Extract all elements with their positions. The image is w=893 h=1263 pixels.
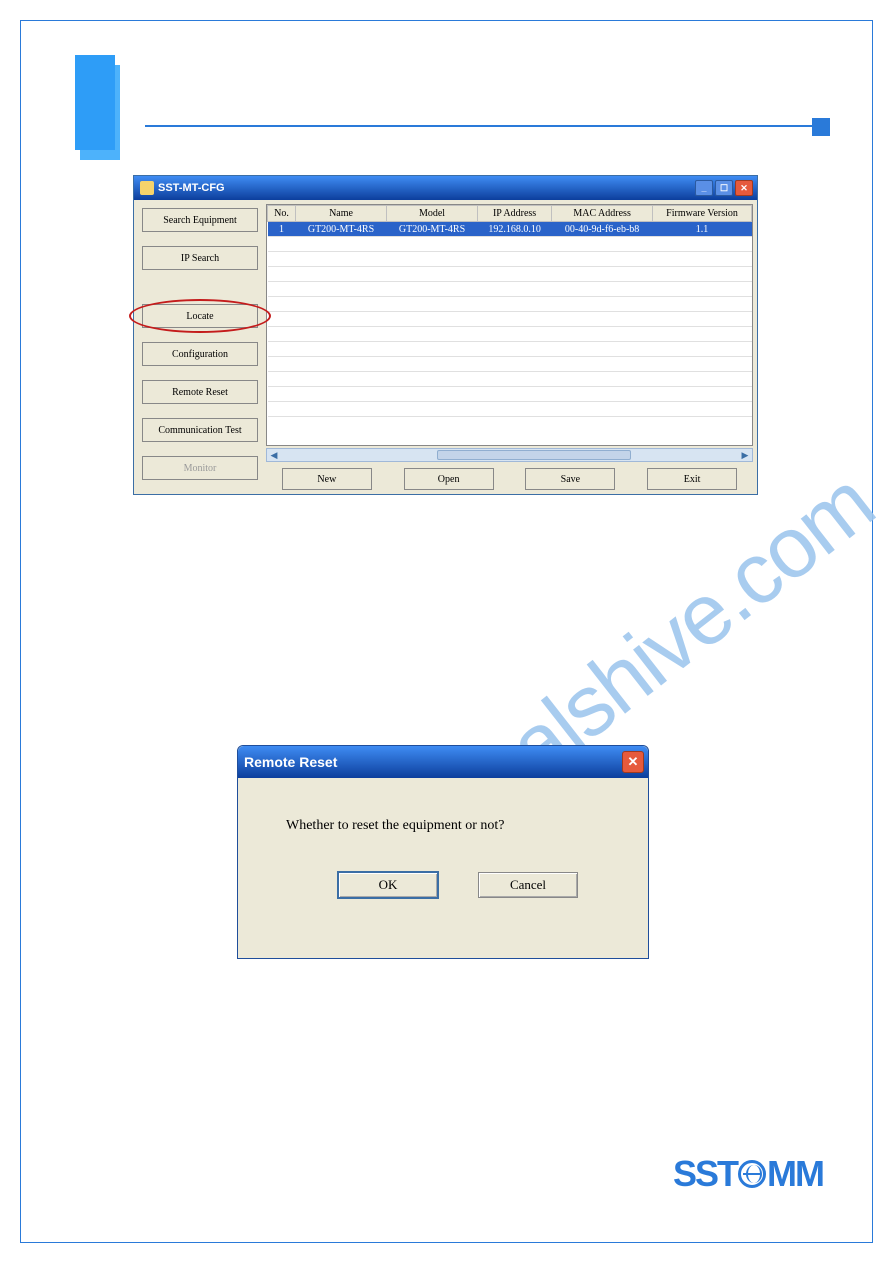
dialog-body: Whether to reset the equipment or not? O… <box>238 778 648 898</box>
dialog-title: Remote Reset <box>244 754 337 770</box>
bottom-button-row: New Open Save Exit <box>266 464 753 490</box>
grid-row-empty[interactable] <box>268 327 752 342</box>
col-name[interactable]: Name <box>296 206 387 222</box>
cell-fw: 1.1 <box>653 222 752 237</box>
grid-row-empty[interactable] <box>268 387 752 402</box>
configuration-button[interactable]: Configuration <box>142 342 258 366</box>
col-mac[interactable]: MAC Address <box>552 206 653 222</box>
close-button[interactable]: ✕ <box>735 180 753 196</box>
scroll-left-icon[interactable]: ◀ <box>267 449 281 461</box>
grid-row-empty[interactable] <box>268 237 752 252</box>
grid-row-empty[interactable] <box>268 402 752 417</box>
cell-no: 1 <box>268 222 296 237</box>
grid-row-empty[interactable] <box>268 372 752 387</box>
search-equipment-button[interactable]: Search Equipment <box>142 208 258 232</box>
exit-button[interactable]: Exit <box>647 468 737 490</box>
col-fw[interactable]: Firmware Version <box>653 206 752 222</box>
grid-row-empty[interactable] <box>268 267 752 282</box>
cell-model: GT200-MT-4RS <box>387 222 478 237</box>
scroll-right-icon[interactable]: ▶ <box>738 449 752 461</box>
new-button[interactable]: New <box>282 468 372 490</box>
grid-header-row: No. Name Model IP Address MAC Address Fi… <box>268 206 752 222</box>
dialog-window-controls: ✕ <box>622 751 648 773</box>
titlebar[interactable]: SST-MT-CFG _ ☐ ✕ <box>134 176 757 200</box>
logo-text-mm: MM <box>767 1153 823 1195</box>
window-title: SST-MT-CFG <box>158 182 225 194</box>
sst-mt-cfg-window: SST-MT-CFG _ ☐ ✕ Search Equipment IP Sea… <box>133 175 758 495</box>
grid-row-selected[interactable]: 1 GT200-MT-4RS GT200-MT-4RS 192.168.0.10… <box>268 222 752 237</box>
save-button[interactable]: Save <box>525 468 615 490</box>
col-ip[interactable]: IP Address <box>478 206 552 222</box>
window-body: Search Equipment IP Search Locate Config… <box>134 200 757 494</box>
cell-mac: 00-40-9d-f6-eb-b8 <box>552 222 653 237</box>
monitor-button[interactable]: Monitor <box>142 456 258 480</box>
header-decoration-front <box>75 55 115 150</box>
dialog-close-button[interactable]: ✕ <box>622 751 644 773</box>
cell-name: GT200-MT-4RS <box>296 222 387 237</box>
app-icon <box>140 181 154 195</box>
globe-icon <box>738 1160 766 1188</box>
col-no[interactable]: No. <box>268 206 296 222</box>
dialog-message: Whether to reset the equipment or not? <box>286 818 648 834</box>
header-underline <box>145 125 818 127</box>
header-underline-cap <box>812 118 830 136</box>
dialog-titlebar[interactable]: Remote Reset ✕ <box>238 746 648 778</box>
col-model[interactable]: Model <box>387 206 478 222</box>
cancel-button[interactable]: Cancel <box>478 872 578 898</box>
grid-row-empty[interactable] <box>268 342 752 357</box>
grid-row-empty[interactable] <box>268 282 752 297</box>
open-button[interactable]: Open <box>404 468 494 490</box>
locate-button[interactable]: Locate <box>142 304 258 328</box>
horizontal-scrollbar[interactable]: ◀ ▶ <box>266 448 753 462</box>
remote-reset-dialog: Remote Reset ✕ Whether to reset the equi… <box>237 745 649 959</box>
locate-label: Locate <box>186 311 213 322</box>
window-controls: _ ☐ ✕ <box>695 180 757 196</box>
minimize-button[interactable]: _ <box>695 180 713 196</box>
dialog-button-row: OK Cancel <box>286 872 648 898</box>
cell-ip: 192.168.0.10 <box>478 222 552 237</box>
remote-reset-button[interactable]: Remote Reset <box>142 380 258 404</box>
logo-text-sst: SST <box>673 1153 737 1195</box>
grid-row-empty[interactable] <box>268 252 752 267</box>
sidebar: Search Equipment IP Search Locate Config… <box>138 204 262 490</box>
communication-test-button[interactable]: Communication Test <box>142 418 258 442</box>
scrollbar-thumb[interactable] <box>437 450 631 460</box>
sstcomm-logo: SST MM <box>673 1153 823 1195</box>
maximize-button[interactable]: ☐ <box>715 180 733 196</box>
equipment-grid[interactable]: No. Name Model IP Address MAC Address Fi… <box>266 204 753 446</box>
grid-row-empty[interactable] <box>268 357 752 372</box>
ip-search-button[interactable]: IP Search <box>142 246 258 270</box>
main-area: No. Name Model IP Address MAC Address Fi… <box>262 204 753 490</box>
ok-button[interactable]: OK <box>338 872 438 898</box>
grid-row-empty[interactable] <box>268 297 752 312</box>
grid-row-empty[interactable] <box>268 312 752 327</box>
